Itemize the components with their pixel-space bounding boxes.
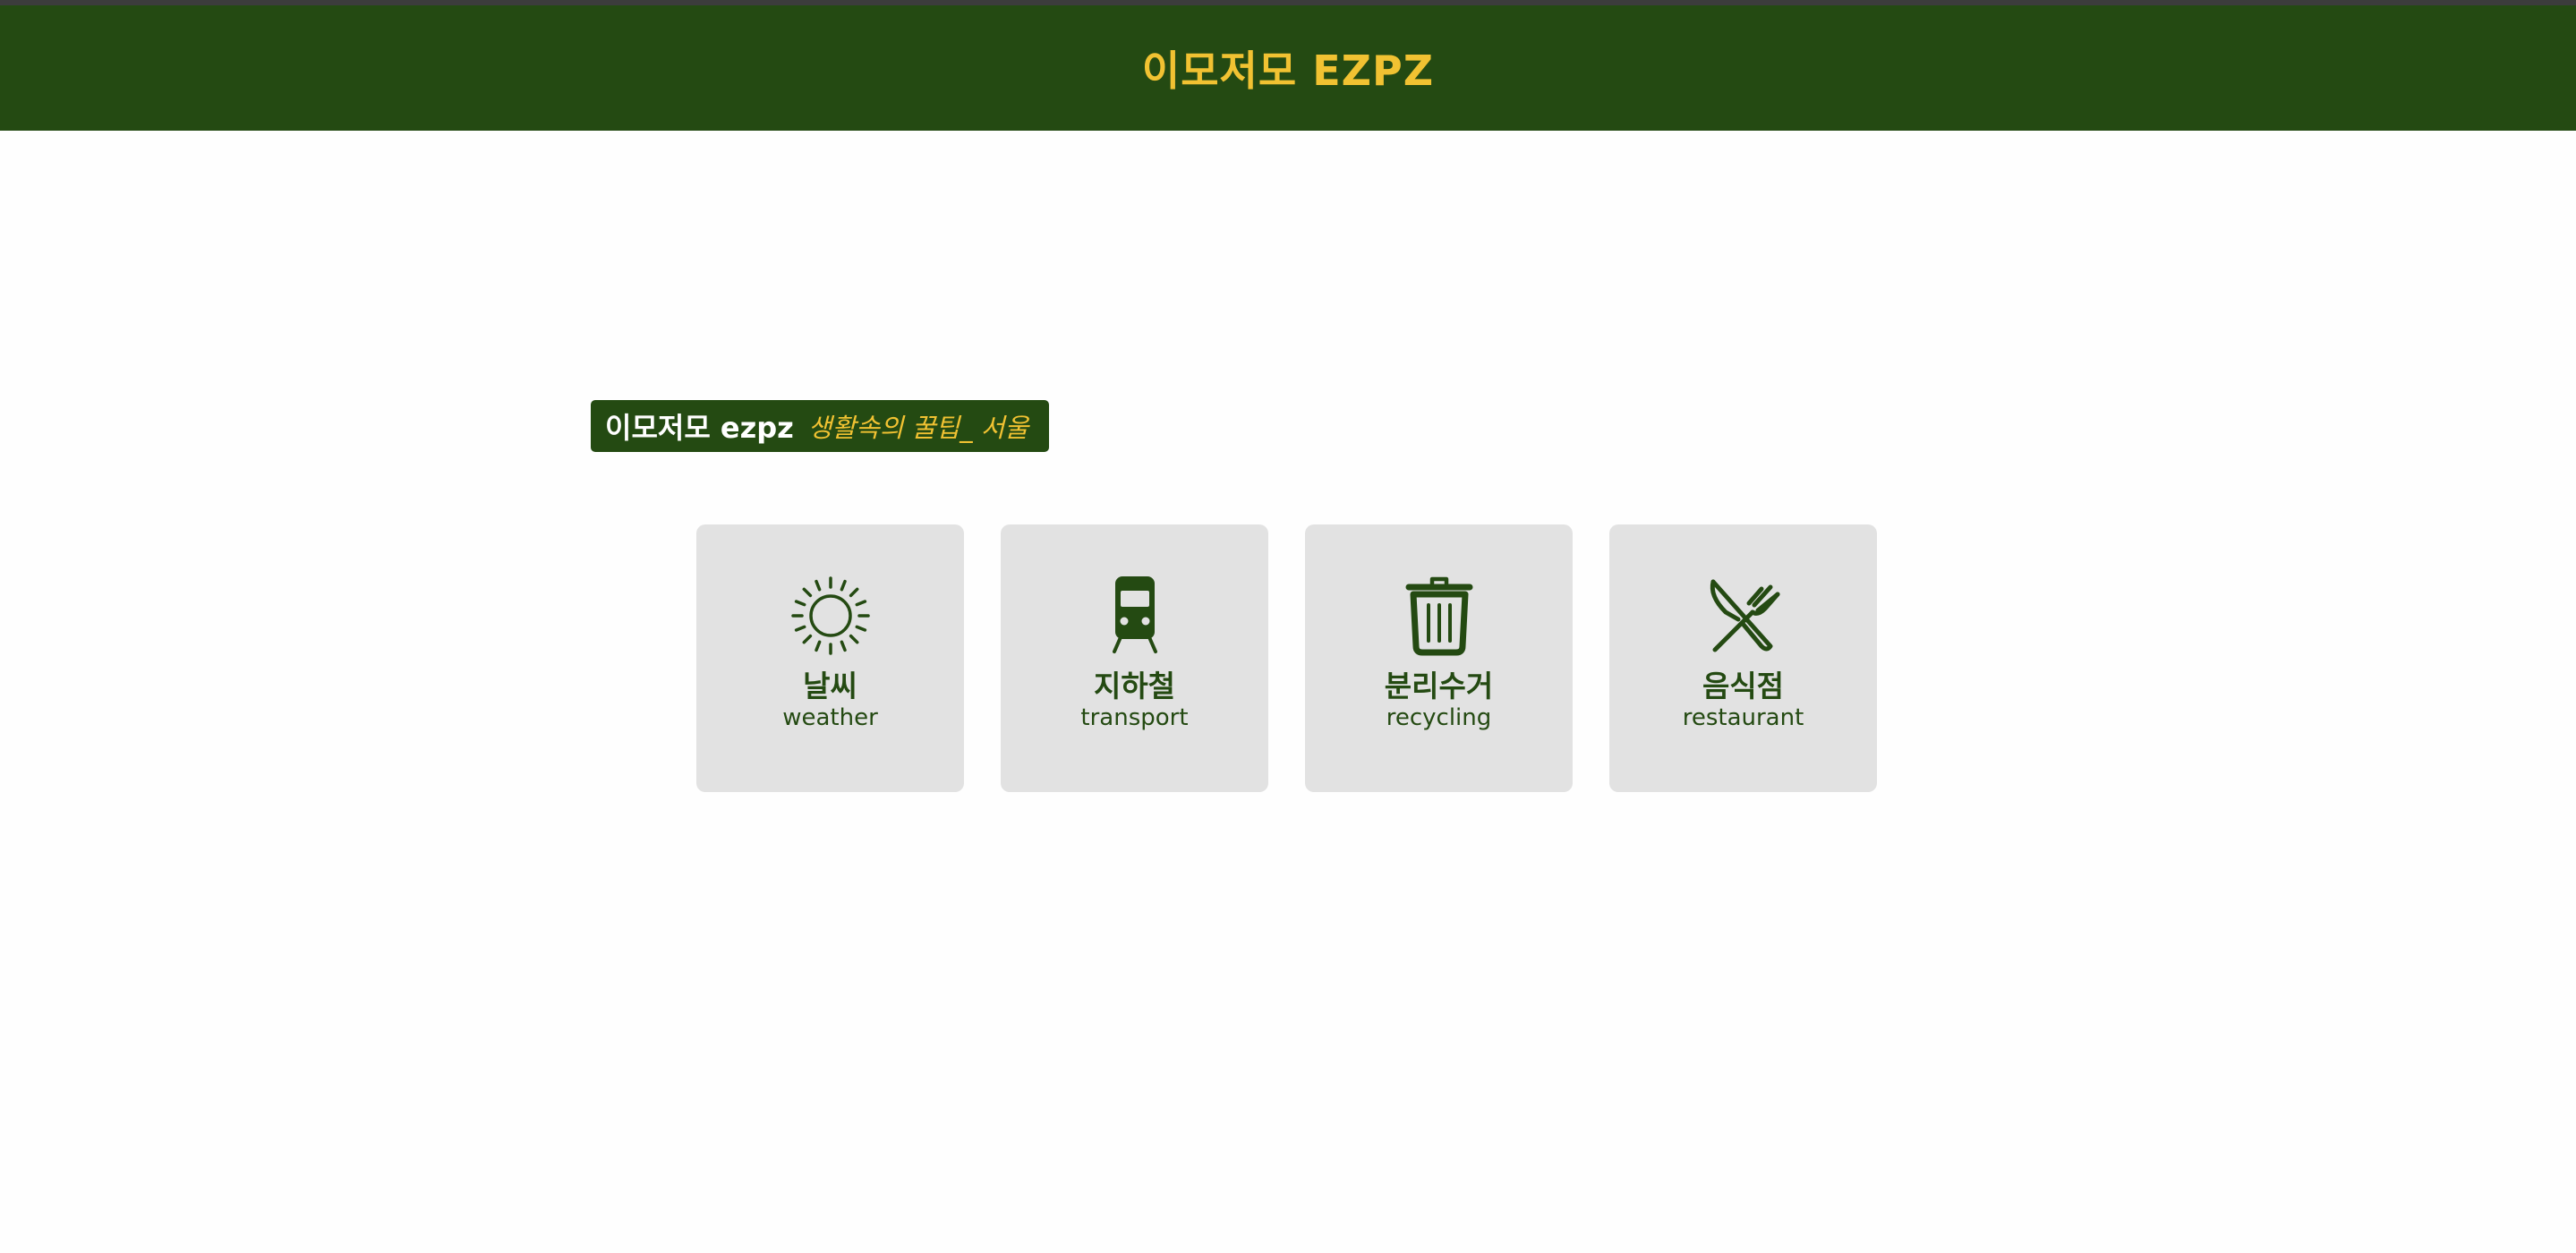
- transport-label-en: transport: [1080, 704, 1189, 731]
- trash-icon: [1398, 575, 1480, 657]
- site-header: 이모저모 EZPZ: [0, 5, 2576, 131]
- transport-card[interactable]: 지하철 transport: [1001, 524, 1268, 792]
- tagline-subtitle: 생활속의 꿀팁_ 서울: [807, 413, 1029, 443]
- weather-card[interactable]: 날씨 weather: [696, 524, 964, 792]
- restaurant-card[interactable]: 음식점 restaurant: [1609, 524, 1877, 792]
- tagline-brand: 이모저모 ezpz: [605, 411, 794, 445]
- category-grid: 날씨 weather 지하철 transport 분리수거 recycling …: [696, 524, 1877, 792]
- recycling-label-en: recycling: [1386, 704, 1492, 731]
- weather-label-en: weather: [782, 704, 878, 731]
- weather-label-ko: 날씨: [803, 669, 857, 703]
- recycling-label-ko: 분리수거: [1384, 669, 1494, 703]
- restaurant-label-ko: 음식점: [1702, 669, 1785, 703]
- transport-label-ko: 지하철: [1093, 669, 1176, 703]
- train-icon: [1094, 575, 1176, 657]
- tagline-banner: 이모저모 ezpz 생활속의 꿀팁_ 서울: [591, 400, 1049, 452]
- recycling-card[interactable]: 분리수거 recycling: [1305, 524, 1573, 792]
- utensils-icon: [1702, 575, 1785, 657]
- restaurant-label-en: restaurant: [1682, 704, 1804, 731]
- sun-icon: [789, 575, 872, 657]
- site-title[interactable]: 이모저모 EZPZ: [1142, 38, 1434, 98]
